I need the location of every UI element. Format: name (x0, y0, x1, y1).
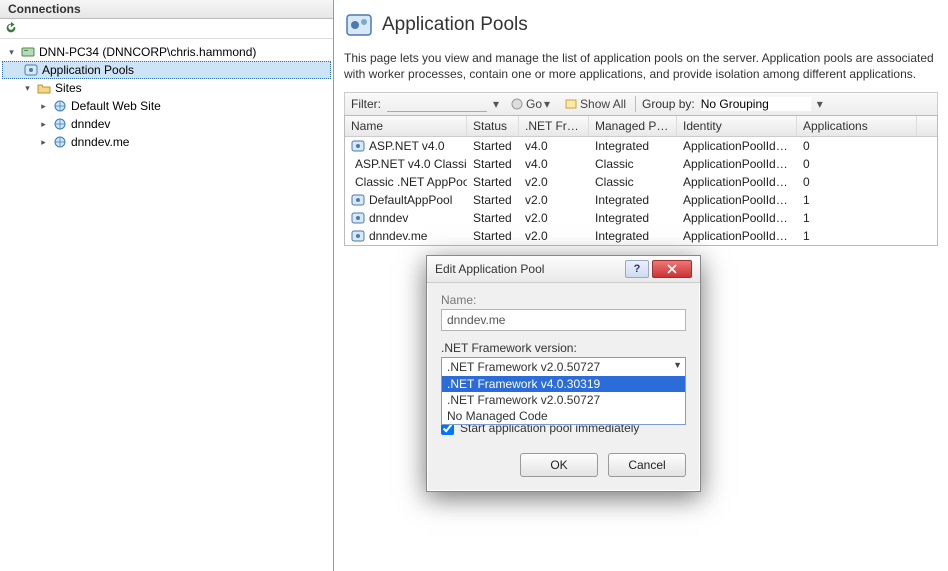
ok-button[interactable]: OK (520, 453, 598, 477)
collapse-icon[interactable]: ▾ (22, 83, 33, 94)
name-label: Name: (441, 293, 686, 307)
page-description: This page lets you view and manage the l… (344, 50, 938, 82)
help-button[interactable]: ? (625, 260, 649, 278)
tree-apppools-node[interactable]: Application Pools (2, 61, 331, 79)
apppools-big-icon (344, 10, 374, 40)
expand-icon[interactable]: ▸ (38, 101, 49, 112)
table-row[interactable]: ASP.NET v4.0Startedv4.0IntegratedApplica… (345, 137, 937, 155)
tree-label: Default Web Site (71, 99, 161, 113)
col-net[interactable]: .NET Fram... (519, 116, 589, 136)
groupby-label: Group by: (642, 97, 695, 111)
col-name[interactable]: Name (345, 116, 467, 136)
groupby-select[interactable] (701, 97, 811, 111)
connections-toolbar (0, 19, 333, 39)
version-option[interactable]: .NET Framework v4.0.30319 (442, 376, 685, 392)
tree-site-item[interactable]: ▸ Default Web Site (2, 97, 331, 115)
filter-dropdown-icon[interactable]: ▾ (493, 97, 501, 111)
edit-apppool-dialog: Edit Application Pool ? Name: .NET Frame… (426, 255, 701, 492)
tree-label: dnndev.me (71, 135, 129, 149)
col-identity[interactable]: Identity (677, 116, 797, 136)
tree-site-item[interactable]: ▸ dnndev.me (2, 133, 331, 151)
page-header: Application Pools (344, 6, 938, 50)
version-dropdown-list: .NET Framework v4.0.30319 .NET Framework… (441, 376, 686, 425)
table-header: Name Status .NET Fram... Managed Pipel..… (345, 116, 937, 137)
table-row[interactable]: DefaultAppPoolStartedv2.0IntegratedAppli… (345, 191, 937, 209)
collapse-icon[interactable]: ▾ (6, 47, 17, 58)
apppools-icon (23, 62, 39, 78)
page-title: Application Pools (382, 14, 528, 36)
tree-label: Application Pools (42, 63, 134, 77)
connections-header: Connections (0, 0, 333, 19)
version-option[interactable]: No Managed Code (442, 408, 685, 424)
apppools-table: Name Status .NET Fram... Managed Pipel..… (344, 115, 938, 246)
table-row[interactable]: Classic .NET AppPoolStartedv2.0ClassicAp… (345, 173, 937, 191)
version-option[interactable]: .NET Framework v2.0.50727 (442, 392, 685, 408)
version-label: .NET Framework version: (441, 341, 686, 355)
server-icon (20, 44, 36, 60)
filter-input[interactable] (387, 97, 487, 112)
table-row[interactable]: dnndev.meStartedv2.0IntegratedApplicatio… (345, 227, 937, 245)
refresh-icon[interactable] (4, 21, 18, 35)
globe-icon (52, 116, 68, 132)
col-apps[interactable]: Applications (797, 116, 917, 136)
tree-label: dnndev (71, 117, 110, 131)
col-status[interactable]: Status (467, 116, 519, 136)
tree-site-item[interactable]: ▸ dnndev (2, 115, 331, 133)
tree-sites-node[interactable]: ▾ Sites (2, 79, 331, 97)
filter-toolbar: Filter: ▾ Go ▾ Show All Group by: ▾ (344, 92, 938, 115)
close-button[interactable] (652, 260, 692, 278)
connections-panel: Connections ▾ DNN-PC34 (DNNCORP\chris.ha… (0, 0, 334, 571)
showall-button[interactable]: Show All (561, 96, 629, 112)
go-button[interactable]: Go ▾ (507, 96, 555, 112)
expand-icon[interactable]: ▸ (38, 137, 49, 148)
folder-icon (36, 80, 52, 96)
globe-icon (52, 134, 68, 150)
version-select[interactable]: .NET Framework v2.0.50727 (441, 357, 686, 377)
cancel-button[interactable]: Cancel (608, 453, 686, 477)
groupby-dropdown-icon[interactable]: ▾ (817, 97, 825, 111)
dialog-title: Edit Application Pool (435, 262, 544, 276)
globe-icon (52, 98, 68, 114)
tree-label: Sites (55, 81, 82, 95)
connections-tree: ▾ DNN-PC34 (DNNCORP\chris.hammond) Appli… (0, 39, 333, 155)
col-pipe[interactable]: Managed Pipel... (589, 116, 677, 136)
dialog-titlebar[interactable]: Edit Application Pool ? (427, 256, 700, 283)
tree-label: DNN-PC34 (DNNCORP\chris.hammond) (39, 45, 256, 59)
table-row[interactable]: ASP.NET v4.0 ClassicStartedv4.0ClassicAp… (345, 155, 937, 173)
expand-icon[interactable]: ▸ (38, 119, 49, 130)
tree-server-node[interactable]: ▾ DNN-PC34 (DNNCORP\chris.hammond) (2, 43, 331, 61)
table-row[interactable]: dnndevStartedv2.0IntegratedApplicationPo… (345, 209, 937, 227)
filter-label: Filter: (351, 97, 381, 111)
name-field (441, 309, 686, 331)
